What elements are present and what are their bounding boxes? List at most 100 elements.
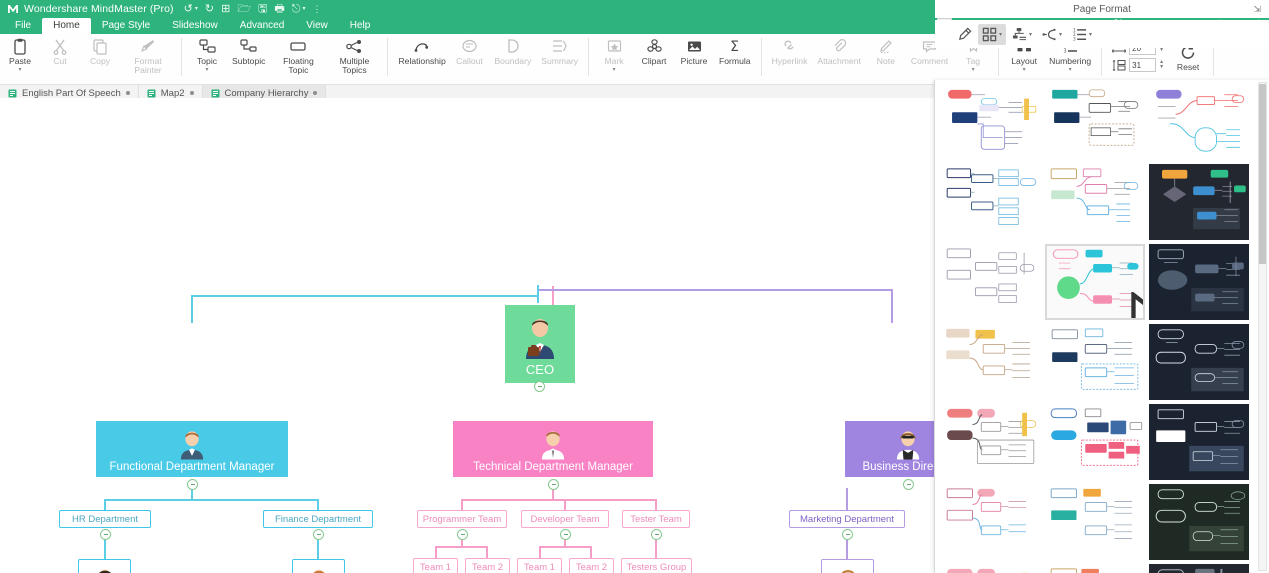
collapse-toggle-ceo[interactable] bbox=[534, 381, 545, 392]
theme-thumbnail[interactable] bbox=[941, 324, 1041, 400]
chevron-down-icon[interactable]: ▾ bbox=[1029, 31, 1032, 38]
theme-thumbnail-grid[interactable] bbox=[935, 80, 1255, 573]
theme-thumbnail[interactable] bbox=[1045, 164, 1145, 240]
menu-view[interactable]: View bbox=[295, 18, 339, 34]
collapse-toggle-marketing[interactable] bbox=[842, 529, 853, 540]
theme-thumbnail[interactable] bbox=[1149, 404, 1249, 480]
structure-button[interactable]: ▾ bbox=[1008, 24, 1036, 45]
theme-thumbnail[interactable] bbox=[941, 244, 1041, 320]
attachment-button[interactable]: Attachment bbox=[812, 36, 865, 67]
more-icon[interactable]: ⋮ bbox=[312, 5, 321, 14]
paste-dropdown-icon[interactable]: ▾ bbox=[18, 67, 21, 73]
menu-page-style[interactable]: Page Style bbox=[91, 18, 161, 34]
boundary-button[interactable]: Boundary bbox=[489, 36, 536, 67]
theme-thumbnail[interactable] bbox=[941, 484, 1041, 560]
collapse-toggle-tester[interactable] bbox=[651, 529, 662, 540]
theme-thumbnail[interactable] bbox=[1045, 484, 1145, 560]
callout-button[interactable]: Callout bbox=[449, 36, 489, 67]
node-functional-department-manager[interactable]: Functional Department Manager bbox=[96, 421, 288, 477]
chevron-down-icon[interactable]: ▾ bbox=[1059, 31, 1062, 38]
node-finance-manager[interactable]: Manager bbox=[292, 559, 345, 573]
node-ceo[interactable]: CEO bbox=[505, 305, 575, 383]
node-programmer-team[interactable]: Programmer Team bbox=[417, 510, 507, 528]
close-tab-icon[interactable] bbox=[190, 91, 194, 95]
node-technical-department-manager[interactable]: Technical Department Manager bbox=[453, 421, 653, 477]
pin-icon[interactable]: ⇲ bbox=[1253, 4, 1261, 15]
mark-button[interactable]: Mark ▾ bbox=[594, 36, 634, 74]
layout-grid-button[interactable]: ▾ bbox=[978, 24, 1006, 45]
collapse-toggle-finance[interactable] bbox=[313, 529, 324, 540]
menu-help[interactable]: Help bbox=[339, 18, 382, 34]
redo-icon[interactable]: ↻ bbox=[205, 4, 214, 15]
tag-dropdown-icon[interactable]: ▾ bbox=[972, 67, 975, 73]
clipart-button[interactable]: Clipart bbox=[634, 36, 674, 67]
node-team-2-developer[interactable]: Team 2 bbox=[569, 558, 614, 573]
numbering-dropdown-icon[interactable]: ▾ bbox=[1069, 67, 1072, 73]
theme-thumbnail[interactable] bbox=[941, 164, 1041, 240]
panel-scrollbar-thumb[interactable] bbox=[1259, 84, 1266, 264]
theme-thumbnail[interactable] bbox=[1149, 244, 1249, 320]
paste-button[interactable]: Paste ▾ bbox=[0, 36, 40, 74]
topic-dropdown-icon[interactable]: ▾ bbox=[205, 67, 208, 73]
collapse-toggle-technical[interactable] bbox=[548, 479, 559, 490]
close-tab-icon[interactable] bbox=[313, 91, 317, 95]
collapse-toggle-developer[interactable] bbox=[560, 529, 571, 540]
format-painter-button[interactable]: Format Painter bbox=[120, 36, 176, 77]
export-dropdown-icon[interactable]: ▾ bbox=[302, 6, 305, 12]
vertical-spacing-input[interactable]: 31 bbox=[1129, 58, 1156, 72]
chevron-down-icon[interactable]: ▾ bbox=[999, 31, 1002, 38]
chevron-down-icon[interactable]: ▾ bbox=[1089, 31, 1092, 38]
node-team-1-programmer[interactable]: Team 1 bbox=[413, 558, 458, 573]
theme-button[interactable] bbox=[953, 24, 976, 45]
menu-file[interactable]: File bbox=[4, 18, 42, 34]
theme-thumbnail[interactable] bbox=[941, 404, 1041, 480]
picture-button[interactable]: Picture bbox=[674, 36, 714, 67]
node-tester-team[interactable]: Tester Team bbox=[622, 510, 690, 528]
copy-button[interactable]: Copy bbox=[80, 36, 120, 67]
branch-button[interactable]: ▾ bbox=[1038, 24, 1066, 45]
formula-button[interactable]: Σ Formula bbox=[714, 36, 756, 67]
menu-home[interactable]: Home bbox=[42, 18, 91, 34]
collapse-toggle-business[interactable] bbox=[903, 479, 914, 490]
relationship-button[interactable]: Relationship bbox=[393, 36, 449, 67]
node-marketing-manager[interactable]: Manager bbox=[821, 559, 874, 573]
print-icon[interactable]: 🖶 bbox=[274, 4, 284, 15]
node-marketing-department[interactable]: Marketing Department bbox=[789, 510, 905, 528]
undo-icon[interactable]: ↺ bbox=[184, 4, 193, 15]
note-button[interactable]: Note bbox=[866, 36, 906, 67]
panel-scrollbar[interactable] bbox=[1258, 82, 1267, 571]
topic-button[interactable]: Topic ▾ bbox=[187, 36, 227, 74]
menu-slideshow[interactable]: Slideshow bbox=[161, 18, 229, 34]
theme-thumbnail[interactable] bbox=[1045, 564, 1145, 573]
theme-thumbnail[interactable] bbox=[1149, 564, 1249, 573]
numbering-list-button[interactable]: 123 ▾ bbox=[1068, 24, 1096, 45]
node-team-2-programmer[interactable]: Team 2 bbox=[465, 558, 510, 573]
new-icon[interactable]: ⊞ bbox=[221, 4, 230, 15]
multiple-topics-button[interactable]: Multiple Topics bbox=[326, 36, 382, 77]
collapse-toggle-functional[interactable] bbox=[187, 479, 198, 490]
theme-thumbnail[interactable] bbox=[941, 84, 1041, 160]
cut-button[interactable]: Cut bbox=[40, 36, 80, 67]
collapse-toggle-hr[interactable] bbox=[100, 529, 111, 540]
floating-topic-button[interactable]: Floating Topic bbox=[270, 36, 326, 77]
undo-dropdown-icon[interactable]: ▾ bbox=[195, 6, 198, 12]
node-hr-manager[interactable]: Manager bbox=[78, 559, 131, 573]
node-developer-team[interactable]: Developer Team bbox=[521, 510, 609, 528]
theme-thumbnail[interactable] bbox=[1045, 324, 1145, 400]
node-hr-department[interactable]: HR Department bbox=[59, 510, 151, 528]
theme-thumbnail[interactable] bbox=[1045, 404, 1145, 480]
node-team-1-developer[interactable]: Team 1 bbox=[517, 558, 562, 573]
node-finance-department[interactable]: Finance Department bbox=[263, 510, 373, 528]
theme-thumbnail[interactable] bbox=[941, 564, 1041, 573]
theme-thumbnail-selected[interactable] bbox=[1045, 244, 1145, 320]
collapse-toggle-programmer[interactable] bbox=[457, 529, 468, 540]
vertical-spacing-stepper[interactable]: ▲▼ bbox=[1159, 60, 1164, 70]
theme-thumbnail[interactable] bbox=[1149, 484, 1249, 560]
close-tab-icon[interactable] bbox=[126, 91, 130, 95]
theme-thumbnail[interactable] bbox=[1149, 164, 1249, 240]
layout-dropdown-icon[interactable]: ▾ bbox=[1023, 67, 1026, 73]
mark-dropdown-icon[interactable]: ▾ bbox=[613, 67, 616, 73]
menu-advanced[interactable]: Advanced bbox=[229, 18, 295, 34]
theme-thumbnail[interactable] bbox=[1149, 324, 1249, 400]
theme-thumbnail[interactable] bbox=[1149, 84, 1249, 160]
